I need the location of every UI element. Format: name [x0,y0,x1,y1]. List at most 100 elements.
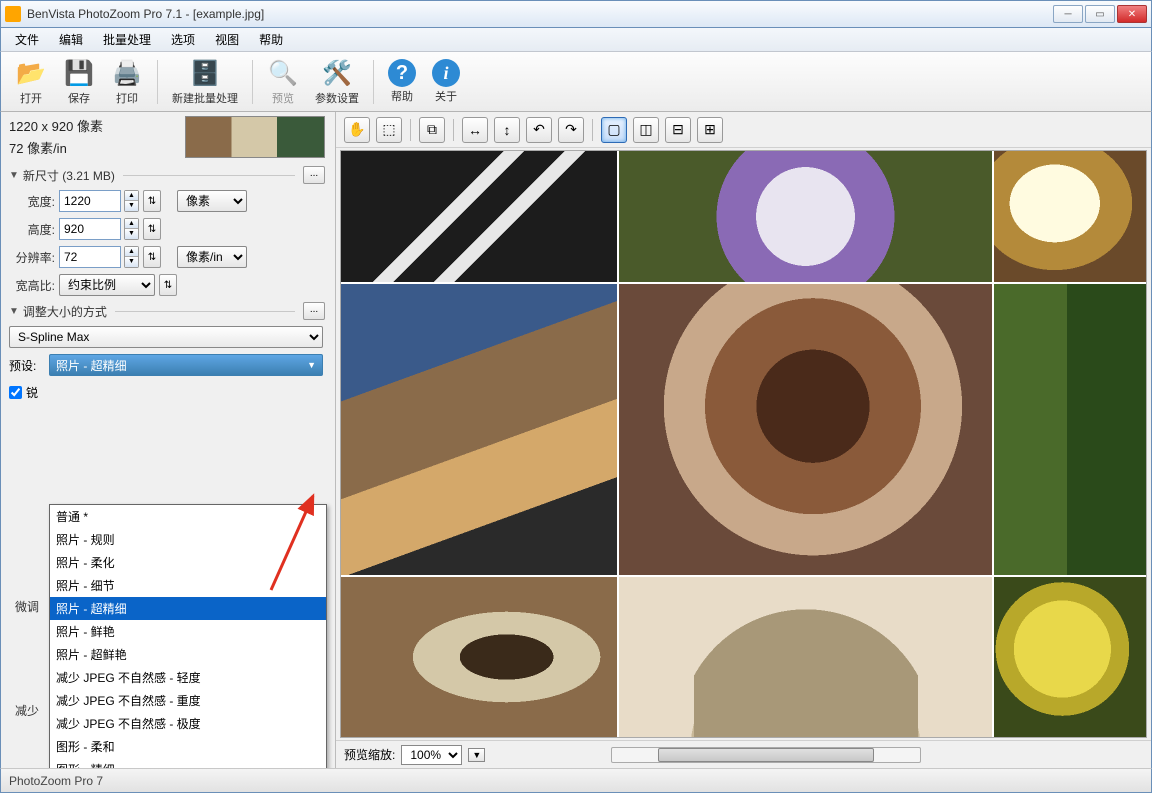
view-split-h-icon: ◫ [639,121,652,138]
preview-tile [619,577,992,737]
preset-option[interactable]: 照片 - 规则 [50,528,326,551]
view-quad-button[interactable]: ⊞ [697,117,723,143]
new-size-options-button[interactable]: ... [303,166,325,184]
aspect-link-button[interactable]: ⇅ [159,274,177,296]
resolution-input[interactable] [59,246,121,268]
resolution-link-button[interactable]: ⇅ [143,246,161,268]
height-link-button[interactable]: ⇅ [143,218,161,240]
aspect-select[interactable]: 约束比例 [59,274,155,296]
preset-dropdown[interactable]: 普通 *照片 - 规则照片 - 柔化照片 - 细节照片 - 超精细照片 - 鲜艳… [49,504,327,768]
print-button[interactable]: 🖨️ 打印 [105,55,149,108]
height-input[interactable] [59,218,121,240]
toolbar-separator [373,60,374,104]
width-input[interactable] [59,190,121,212]
original-dimensions: 1220 x 920 像素 [9,116,185,138]
minimize-button[interactable]: ─ [1053,5,1083,23]
main-toolbar: 📂 打开 💾 保存 🖨️ 打印 🗄️ 新建批量处理 🔍 预览 🛠️ 参数设置 ?… [0,52,1152,112]
rotate-ccw-button[interactable]: ↶ [526,117,552,143]
maximize-button[interactable]: ▭ [1085,5,1115,23]
settings-icon: 🛠️ [321,57,353,89]
window-title: BenVista PhotoZoom Pro 7.1 - [example.jp… [27,7,1053,21]
thumbnail[interactable] [185,116,325,158]
toolbar-separator [252,60,253,104]
hand-icon: ✋ [348,121,365,138]
left-panel: 1220 x 920 像素 72 像素/in ▼ 新尺寸 (3.21 MB) .… [1,112,336,768]
preset-option[interactable]: 减少 JPEG 不自然感 - 极度 [50,712,326,735]
preset-option[interactable]: 照片 - 超鲜艳 [50,643,326,666]
zoom-select[interactable]: 100% [401,745,462,765]
new-size-header[interactable]: ▼ 新尺寸 (3.21 MB) ... [9,166,335,184]
resize-method-header[interactable]: ▼ 调整大小的方式 ... [9,302,335,320]
preset-select[interactable]: 照片 - 超精细 ▼ [49,354,323,376]
right-panel: ✋ ⬚ ⧉ ↔ ↕ ↶ ↷ ▢ ◫ ⊟ ⊞ 预览缩放: [336,112,1151,768]
zoom-dropdown-icon[interactable]: ▼ [468,748,485,762]
rotate-cw-icon: ↷ [565,121,577,138]
flip-h-button[interactable]: ↔ [462,117,488,143]
new-batch-button[interactable]: 🗄️ 新建批量处理 [166,55,244,108]
collapse-icon: ▼ [9,170,19,181]
crop-button[interactable]: ⧉ [419,117,445,143]
preset-option[interactable]: 照片 - 鲜艳 [50,620,326,643]
aspect-label: 宽高比: [9,277,55,294]
menu-edit[interactable]: 编辑 [51,29,91,50]
preset-option[interactable]: 减少 JPEG 不自然感 - 轻度 [50,666,326,689]
flip-v-button[interactable]: ↕ [494,117,520,143]
preview-button[interactable]: 🔍 预览 [261,55,305,108]
preset-option[interactable]: 图形 - 精细 [50,758,326,768]
view-single-button[interactable]: ▢ [601,117,627,143]
menu-options[interactable]: 选项 [163,29,203,50]
main-container: 1220 x 920 像素 72 像素/in ▼ 新尺寸 (3.21 MB) .… [0,112,1152,768]
reduce-label: 减少 [15,702,39,719]
menu-view[interactable]: 视图 [207,29,247,50]
preview-tile [994,284,1146,575]
method-options-button[interactable]: ... [303,302,325,320]
preset-option[interactable]: 减少 JPEG 不自然感 - 重度 [50,689,326,712]
fine-tune-label: 微调 [15,598,39,615]
resize-method-select[interactable]: S-Spline Max [9,326,323,348]
menu-file[interactable]: 文件 [7,29,47,50]
flip-horizontal-icon: ↔ [468,122,482,138]
preview-area[interactable] [340,150,1147,738]
about-button[interactable]: i 关于 [426,57,466,106]
width-label: 宽度: [9,193,55,210]
help-button[interactable]: ? 帮助 [382,57,422,106]
resolution-label: 分辨率: [9,249,55,266]
folder-open-icon: 📂 [15,57,47,89]
view-split-v-icon: ⊟ [672,121,684,138]
preset-option[interactable]: 照片 - 超精细 [50,597,326,620]
width-spinner[interactable]: ▲▼ [124,190,139,212]
params-button[interactable]: 🛠️ 参数设置 [309,55,365,108]
status-text: PhotoZoom Pro 7 [9,774,103,788]
preset-option[interactable]: 普通 * [50,505,326,528]
rotate-cw-button[interactable]: ↷ [558,117,584,143]
close-button[interactable]: ✕ [1117,5,1147,23]
marquee-tool-button[interactable]: ⬚ [376,117,402,143]
height-spinner[interactable]: ▲▼ [124,218,139,240]
width-unit-select[interactable]: 像素 [177,190,247,212]
sharpen-checkbox[interactable] [9,386,22,399]
save-button[interactable]: 💾 保存 [57,55,101,108]
save-icon: 💾 [63,57,95,89]
marquee-icon: ⬚ [382,121,395,138]
zoom-label: 预览缩放: [344,746,395,763]
view-single-icon: ▢ [607,121,620,138]
menu-bar: 文件 编辑 批量处理 选项 视图 帮助 [0,28,1152,52]
scrollbar-thumb[interactable] [658,748,874,762]
resolution-unit-select[interactable]: 像素/in [177,246,247,268]
hand-tool-button[interactable]: ✋ [344,117,370,143]
preset-option[interactable]: 照片 - 柔化 [50,551,326,574]
view-split-v-button[interactable]: ⊟ [665,117,691,143]
sharpen-label: 锐 [26,384,38,401]
width-link-button[interactable]: ⇅ [143,190,161,212]
help-icon: ? [388,59,416,87]
open-button[interactable]: 📂 打开 [9,55,53,108]
preset-option[interactable]: 照片 - 细节 [50,574,326,597]
horizontal-scrollbar[interactable] [611,747,921,763]
menu-help[interactable]: 帮助 [251,29,291,50]
resolution-spinner[interactable]: ▲▼ [124,246,139,268]
view-split-h-button[interactable]: ◫ [633,117,659,143]
menu-batch[interactable]: 批量处理 [95,29,159,50]
info-icon: i [432,59,460,87]
preset-option[interactable]: 图形 - 柔和 [50,735,326,758]
preview-tile [341,284,617,575]
